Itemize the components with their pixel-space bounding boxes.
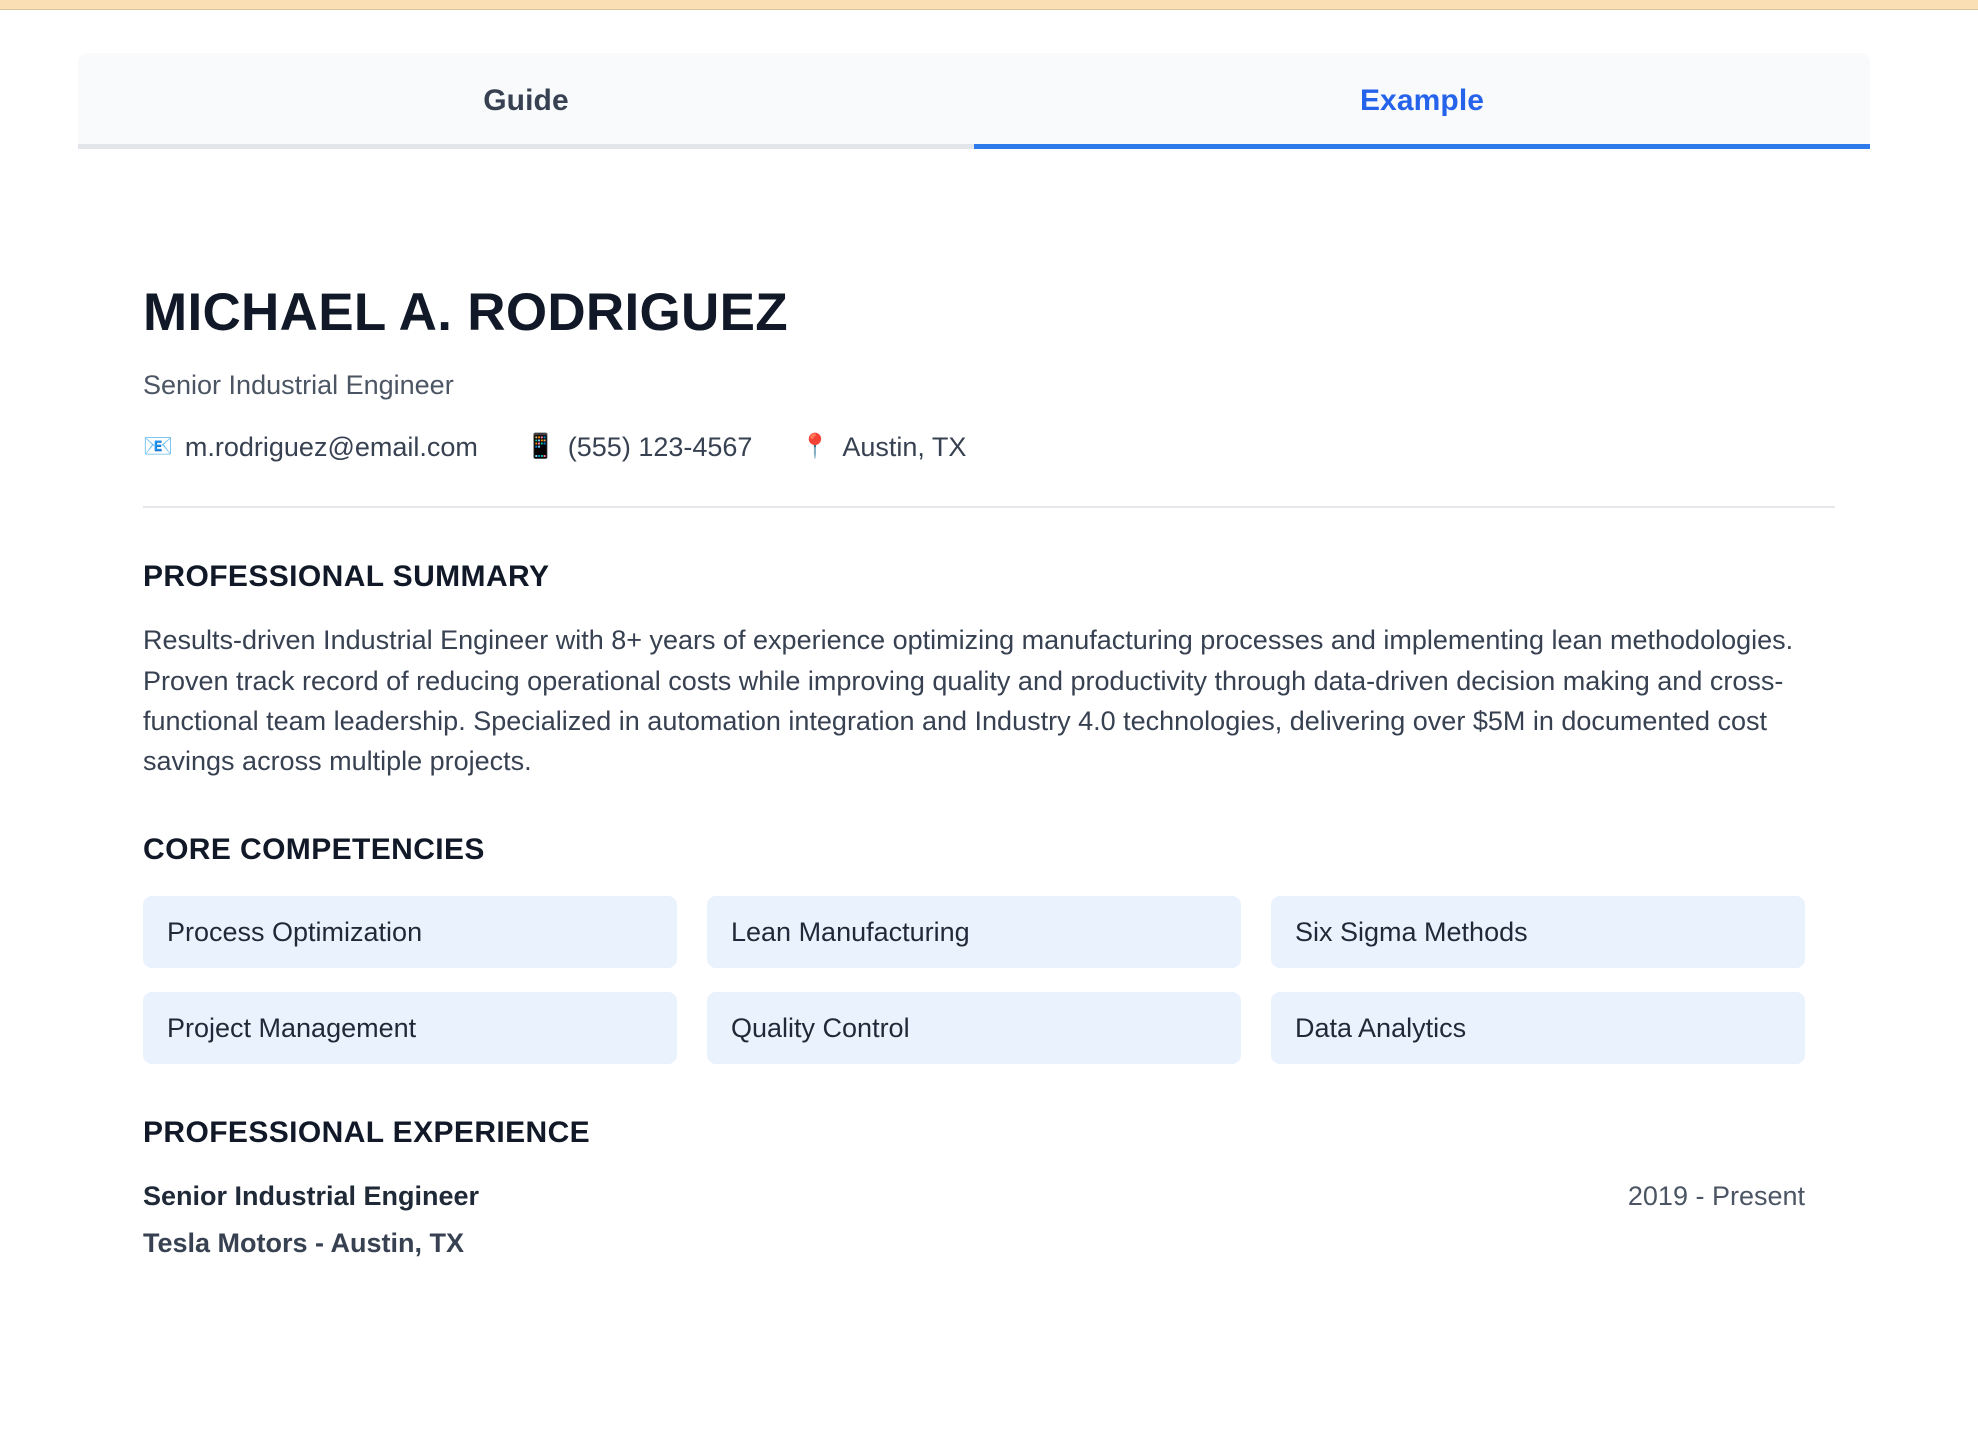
location-pin-icon: 📍: [800, 435, 830, 459]
experience-company: Tesla Motors - Austin, TX: [143, 1228, 1835, 1259]
email-icon: 📧: [143, 435, 173, 459]
experience-role: Senior Industrial Engineer: [143, 1181, 479, 1212]
phone-icon: 📱: [526, 435, 556, 459]
competencies-grid: Process Optimization Lean Manufacturing …: [143, 896, 1805, 1064]
tab-guide-label: Guide: [483, 84, 569, 118]
competency-chip: Process Optimization: [143, 896, 677, 968]
summary-text: Results-driven Industrial Engineer with …: [143, 620, 1835, 781]
tab-guide[interactable]: Guide: [78, 53, 974, 149]
section-heading-summary: PROFESSIONAL SUMMARY: [143, 560, 1835, 594]
top-accent-bar: [0, 0, 1978, 10]
competency-label: Six Sigma Methods: [1295, 917, 1528, 948]
section-heading-competencies: CORE COMPETENCIES: [143, 833, 1835, 867]
contact-location: 📍 Austin, TX: [800, 431, 966, 463]
competency-chip: Data Analytics: [1271, 992, 1805, 1064]
competency-label: Process Optimization: [167, 917, 422, 948]
competency-label: Quality Control: [731, 1013, 910, 1044]
tab-example[interactable]: Example: [974, 53, 1870, 149]
experience-entry-header: Senior Industrial Engineer 2019 - Presen…: [143, 1181, 1805, 1212]
tab-bar: Guide Example: [78, 53, 1870, 149]
job-title: Senior Industrial Engineer: [143, 369, 1835, 401]
competency-chip: Quality Control: [707, 992, 1241, 1064]
header-divider: [143, 506, 1835, 508]
contact-phone[interactable]: 📱 (555) 123-4567: [526, 431, 753, 463]
competency-chip: Six Sigma Methods: [1271, 896, 1805, 968]
contact-email[interactable]: 📧 m.rodriguez@email.com: [143, 431, 478, 463]
competency-label: Project Management: [167, 1013, 416, 1044]
competency-chip: Project Management: [143, 992, 677, 1064]
contact-row: 📧 m.rodriguez@email.com 📱 (555) 123-4567…: [143, 431, 1835, 463]
contact-phone-value: (555) 123-4567: [568, 431, 753, 463]
experience-dates: 2019 - Present: [1628, 1181, 1805, 1212]
contact-email-value: m.rodriguez@email.com: [185, 431, 478, 463]
tab-example-label: Example: [1360, 84, 1484, 118]
contact-location-value: Austin, TX: [842, 431, 966, 463]
competency-label: Lean Manufacturing: [731, 917, 970, 948]
competency-chip: Lean Manufacturing: [707, 896, 1241, 968]
resume-document: MICHAEL A. RODRIGUEZ Senior Industrial E…: [0, 150, 1978, 1259]
page-title: MICHAEL A. RODRIGUEZ: [143, 285, 1835, 341]
section-heading-experience: PROFESSIONAL EXPERIENCE: [143, 1116, 1835, 1150]
competency-label: Data Analytics: [1295, 1013, 1466, 1044]
